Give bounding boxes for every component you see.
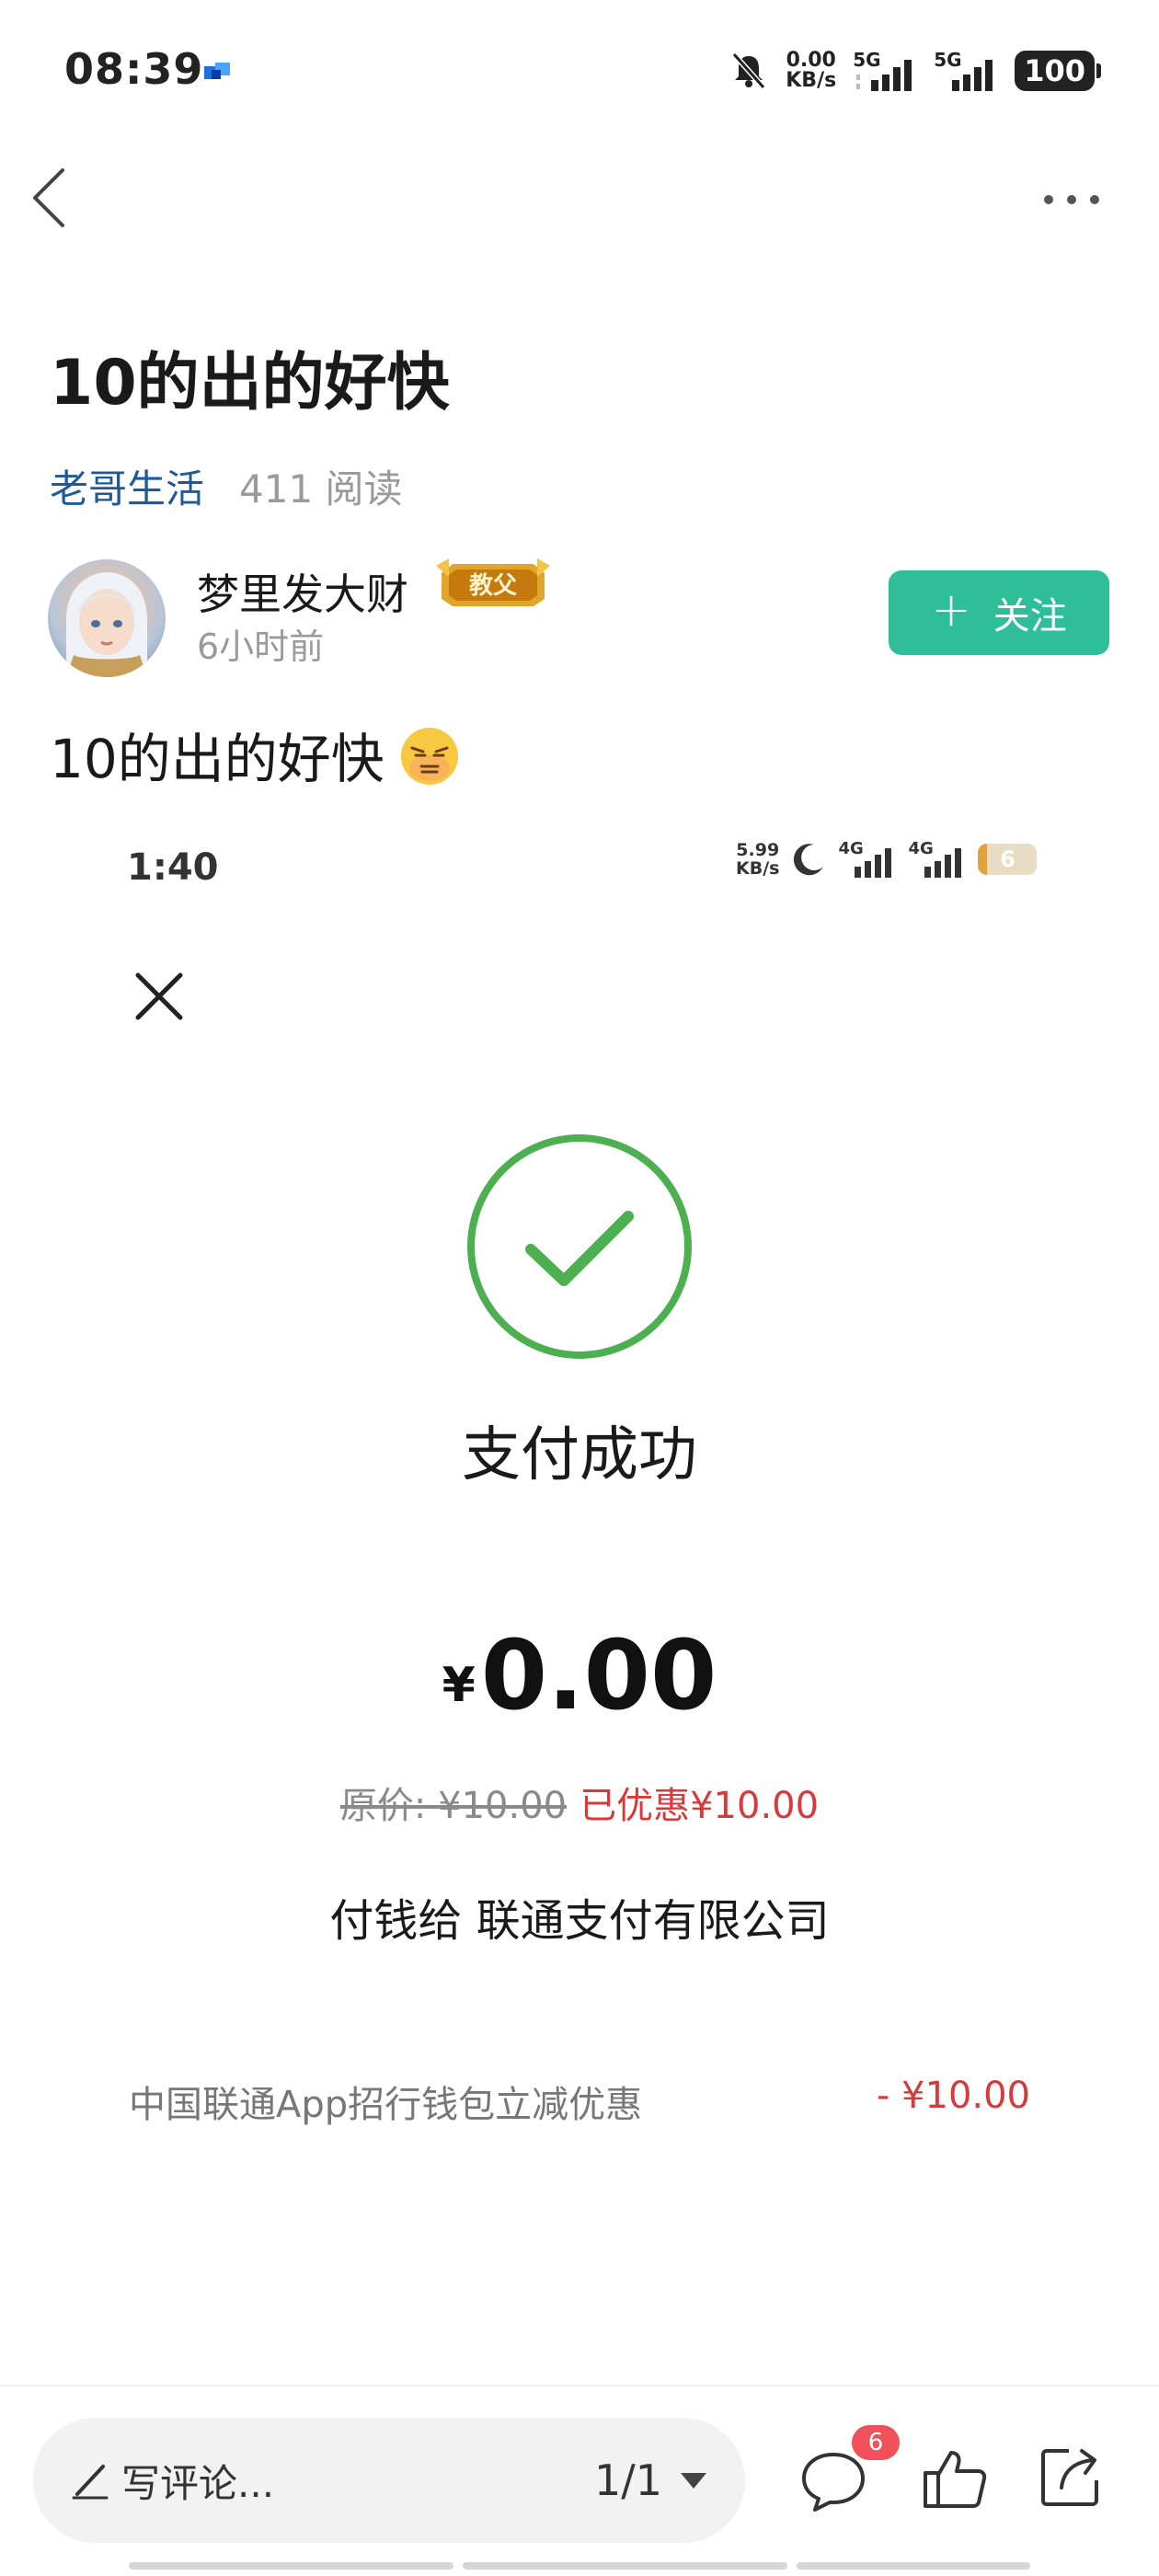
network-speed-value: 0.00	[786, 49, 836, 72]
grimace-emoji-icon	[400, 728, 458, 785]
screenshot-battery: 6	[978, 844, 1038, 875]
rank-badge: 教父	[436, 558, 550, 606]
gesture-segment	[797, 2562, 1030, 2570]
gesture-segment	[463, 2562, 788, 2570]
share-icon[interactable]	[1036, 2442, 1106, 2512]
pen-icon	[72, 2465, 109, 2500]
discount-amount: 已优惠¥10.00	[580, 1785, 820, 1827]
embedded-screenshot[interactable]: 1:40 5.99 KB/s 4G 4G 6 支付成功 ¥0.00 原价: ¥1…	[0, 810, 1159, 2374]
original-price: 原价: ¥10.00	[339, 1785, 568, 1827]
caret-down-icon[interactable]	[679, 2470, 708, 2490]
circle-link[interactable]: 老哥生活	[50, 458, 204, 514]
amount-value: 0.00	[480, 1619, 717, 1731]
article-title: 10的出的好快	[50, 347, 450, 420]
signal-bars-icon	[855, 848, 892, 878]
avatar[interactable]	[48, 559, 166, 677]
comment-count-badge: 6	[852, 2425, 900, 2460]
more-options-icon[interactable]	[1039, 189, 1104, 211]
thumbs-up-icon[interactable]	[920, 2444, 990, 2513]
signal-bars-icon	[856, 60, 912, 91]
screenshot-speed-unit: KB/s	[736, 858, 780, 879]
rank-badge-label: 教父	[469, 572, 518, 600]
avatar-portrait-icon	[65, 572, 148, 677]
comment-input[interactable]: 写评论... 1/1	[33, 2418, 745, 2543]
screenshot-network-speed: 5.99 KB/s	[736, 841, 779, 878]
signal-1: 5G	[853, 49, 917, 93]
price-line: 原价: ¥10.00 已优惠¥10.00	[0, 1776, 1159, 1829]
promo-row: 中国联通App招行钱包立减优惠 - ¥10.00	[129, 2075, 1030, 2128]
author-name[interactable]: 梦里发大财	[197, 561, 408, 622]
mute-bell-icon	[732, 52, 766, 89]
follow-button[interactable]: + 关注	[889, 570, 1109, 655]
close-icon	[135, 972, 183, 1020]
signal-bars-icon	[924, 848, 962, 878]
back-arrow-icon[interactable]	[28, 161, 74, 235]
article-meta: 老哥生活 411 阅读	[50, 458, 403, 514]
signal-bars-icon	[952, 60, 993, 91]
signal-2: 5G	[934, 49, 998, 93]
screenshot-time: 1:40	[127, 846, 219, 889]
page-indicator[interactable]: 1/1	[594, 2455, 662, 2505]
network-speed-unit: KB/s	[786, 69, 837, 92]
payment-status: 支付成功	[462, 1421, 697, 1489]
follow-label: 关注	[993, 595, 1067, 638]
success-check-icon	[467, 1134, 692, 1359]
bottom-divider	[0, 2385, 1159, 2386]
gesture-segment	[129, 2562, 454, 2570]
app-notification-icon	[204, 63, 230, 79]
promo-amount: - ¥10.00	[876, 2075, 1030, 2117]
status-bar: 08:39 0.00 KB/s 5G 5G 100	[0, 0, 1159, 138]
screenshot-signal-2: 4G	[908, 839, 967, 880]
gesture-bar	[129, 2562, 1030, 2570]
screenshot-status: 5.99 KB/s 4G 4G 6	[736, 839, 1038, 880]
screenshot-speed-value: 5.99	[736, 840, 780, 860]
payee: 付钱给 联通支付有限公司	[329, 1895, 830, 1947]
network-speed: 0.00 KB/s	[786, 51, 836, 91]
comment-placeholder: 写评论...	[121, 2460, 275, 2506]
payment-amount: ¥0.00	[0, 1619, 1159, 1731]
battery-indicator: 100	[1015, 51, 1101, 91]
read-count: 411 阅读	[239, 466, 403, 512]
currency-symbol: ¥	[442, 1658, 476, 1713]
status-time: 08:39	[64, 44, 204, 94]
promo-label: 中国联通App招行钱包立减优惠	[129, 2084, 643, 2126]
plus-icon: +	[931, 582, 971, 638]
post-body: 10的出的好快	[50, 716, 462, 793]
screenshot-signal-1: 4G	[838, 839, 897, 880]
moon-icon	[794, 844, 824, 876]
post-time: 6小时前	[197, 627, 325, 667]
post-body-text: 10的出的好快	[50, 728, 384, 790]
